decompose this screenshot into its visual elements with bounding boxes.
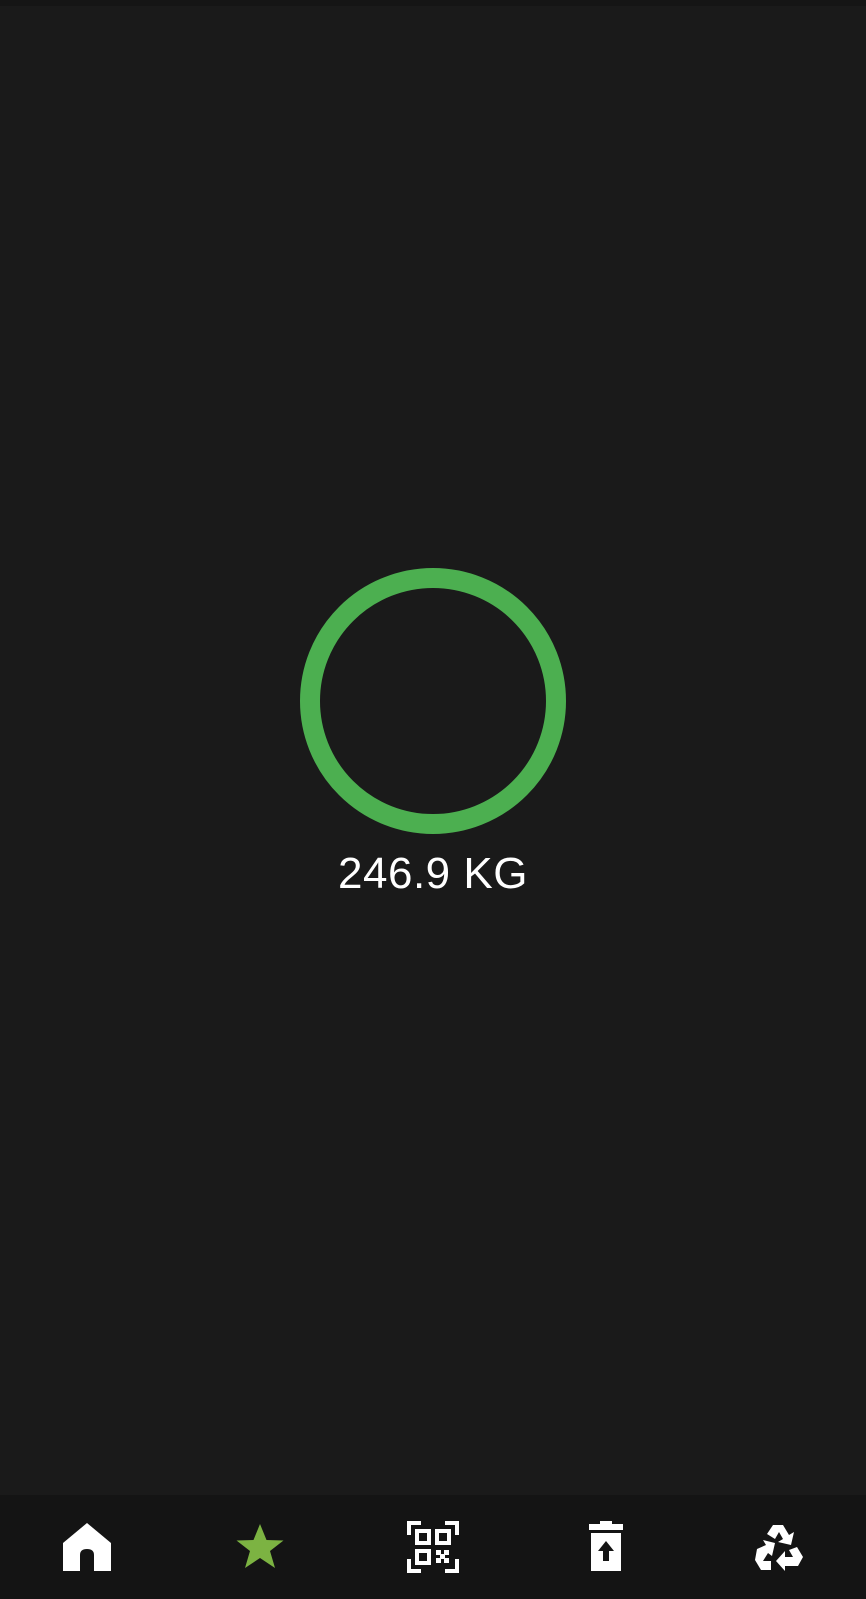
nav-scan-button[interactable]: [373, 1495, 493, 1599]
bottom-navigation: [0, 1495, 866, 1599]
star-icon: [236, 1524, 284, 1568]
ring-icon: [300, 568, 566, 834]
weight-value: 246.9 KG: [338, 849, 528, 898]
qr-code-scan-icon: [406, 1521, 459, 1573]
nav-disposal-button[interactable]: [546, 1495, 666, 1599]
main-content: 246.9 KG: [0, 0, 866, 1495]
nav-recycle-button[interactable]: [719, 1495, 839, 1599]
nav-favorites-button[interactable]: [200, 1495, 320, 1599]
trash-upload-icon: [589, 1521, 624, 1571]
recycle-icon: [755, 1525, 804, 1571]
weight-progress-ring: [300, 568, 566, 834]
nav-home-button[interactable]: [27, 1495, 147, 1599]
home-icon: [62, 1523, 111, 1571]
